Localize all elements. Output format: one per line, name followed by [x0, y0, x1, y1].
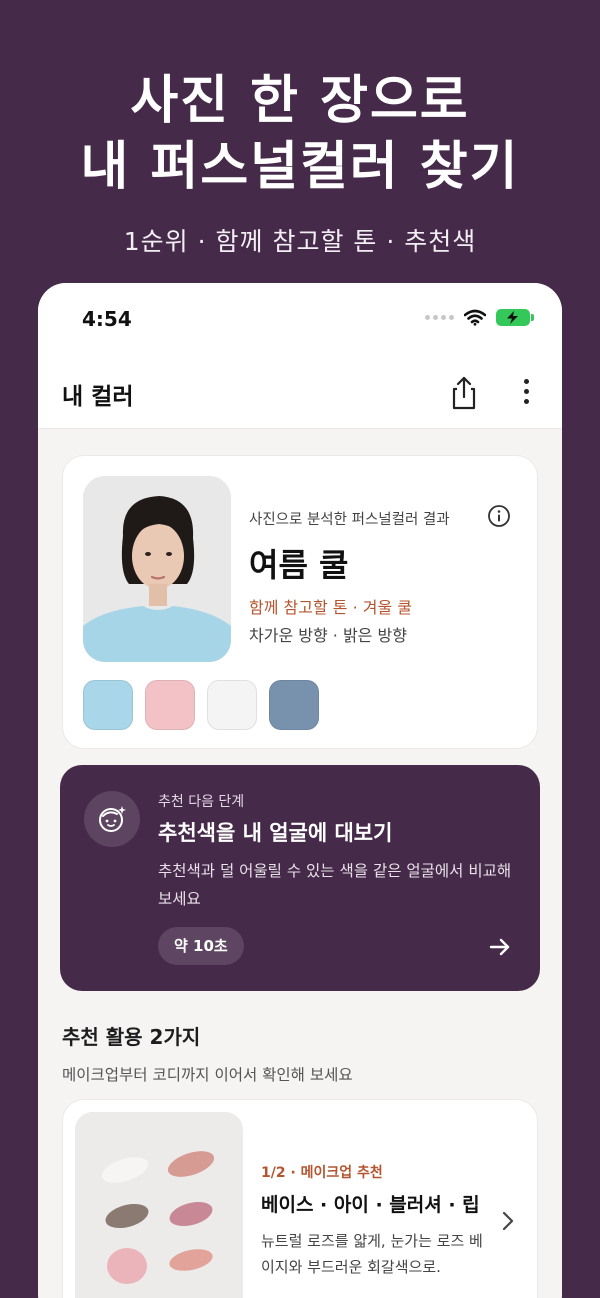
status-icons — [425, 309, 534, 326]
face-sparkle-icon — [84, 791, 140, 847]
color-swatch[interactable] — [145, 680, 195, 730]
more-vertical-icon[interactable] — [514, 379, 538, 409]
color-swatch[interactable] — [83, 680, 133, 730]
next-step-title: 추천색을 내 얼굴에 대보기 — [158, 821, 393, 845]
chevron-right-icon[interactable] — [499, 1210, 517, 1232]
makeup-swatch-image — [75, 1112, 243, 1298]
recommendation-card-makeup[interactable]: 1/2 · 메이크업 추천 베이스 · 아이 · 블러셔 · 립 뉴트럴 로즈를… — [62, 1099, 538, 1298]
recommendations-description: 메이크업부터 코디까지 이어서 확인해 보세요 — [62, 1066, 353, 1084]
page-title: 내 컬러 — [62, 384, 134, 410]
phone-screen: 4:54 내 컬러 사진으로 분석한 퍼스널컬러 결과 여름 쿨 함께 참고할 … — [38, 283, 562, 1298]
wifi-icon — [464, 309, 486, 326]
status-bar: 4:54 — [38, 283, 562, 353]
result-caption: 사진으로 분석한 퍼스널컬러 결과 — [249, 512, 450, 528]
arrow-right-icon[interactable] — [488, 935, 512, 959]
portrait-photo — [83, 476, 231, 662]
battery-charging-icon — [496, 309, 534, 326]
recommendation-description: 뉴트럴 로즈를 얇게, 눈가는 로즈 베이지와 부드러운 회갈색으로. — [261, 1232, 483, 1276]
color-direction: 차가운 방향 · 밝은 방향 — [249, 626, 407, 645]
color-swatch[interactable] — [207, 680, 257, 730]
status-time: 4:54 — [82, 307, 132, 331]
recommendation-title: 베이스 · 아이 · 블러셔 · 립 — [261, 1194, 480, 1216]
signal-dots-icon — [425, 315, 454, 320]
next-step-description: 추천색과 덜 어울릴 수 있는 색을 같은 얼굴에서 비교해 보세요 — [158, 862, 512, 908]
result-card: 사진으로 분석한 퍼스널컬러 결과 여름 쿨 함께 참고할 톤 · 겨울 쿨 차… — [62, 455, 538, 749]
recommendation-kicker: 1/2 · 메이크업 추천 — [261, 1165, 383, 1181]
duration-badge: 약 10초 — [158, 927, 244, 965]
color-swatch[interactable] — [269, 680, 319, 730]
headline-subtitle: 1순위 · 함께 참고할 톤 · 추천색 — [123, 227, 477, 256]
season-result: 여름 쿨 — [249, 546, 349, 584]
next-step-card[interactable]: 추천 다음 단계 추천색을 내 얼굴에 대보기 추천색과 덜 어울릴 수 있는 … — [60, 765, 540, 991]
color-swatches — [83, 680, 319, 730]
share-icon[interactable] — [448, 375, 480, 411]
related-tone: 함께 참고할 톤 · 겨울 쿨 — [249, 598, 412, 617]
nav-bar: 내 컬러 — [38, 353, 562, 429]
next-step-kicker: 추천 다음 단계 — [158, 794, 245, 810]
promo-headline: 사진 한 장으로 내 퍼스널컬러 찾기 1순위 · 함께 참고할 톤 · 추천색 — [0, 68, 600, 258]
info-icon[interactable] — [487, 504, 511, 528]
headline-line-1: 사진 한 장으로 — [130, 71, 470, 131]
headline-line-2: 내 퍼스널컬러 찾기 — [80, 137, 520, 197]
recommendations-title: 추천 활용 2가지 — [62, 1025, 201, 1049]
